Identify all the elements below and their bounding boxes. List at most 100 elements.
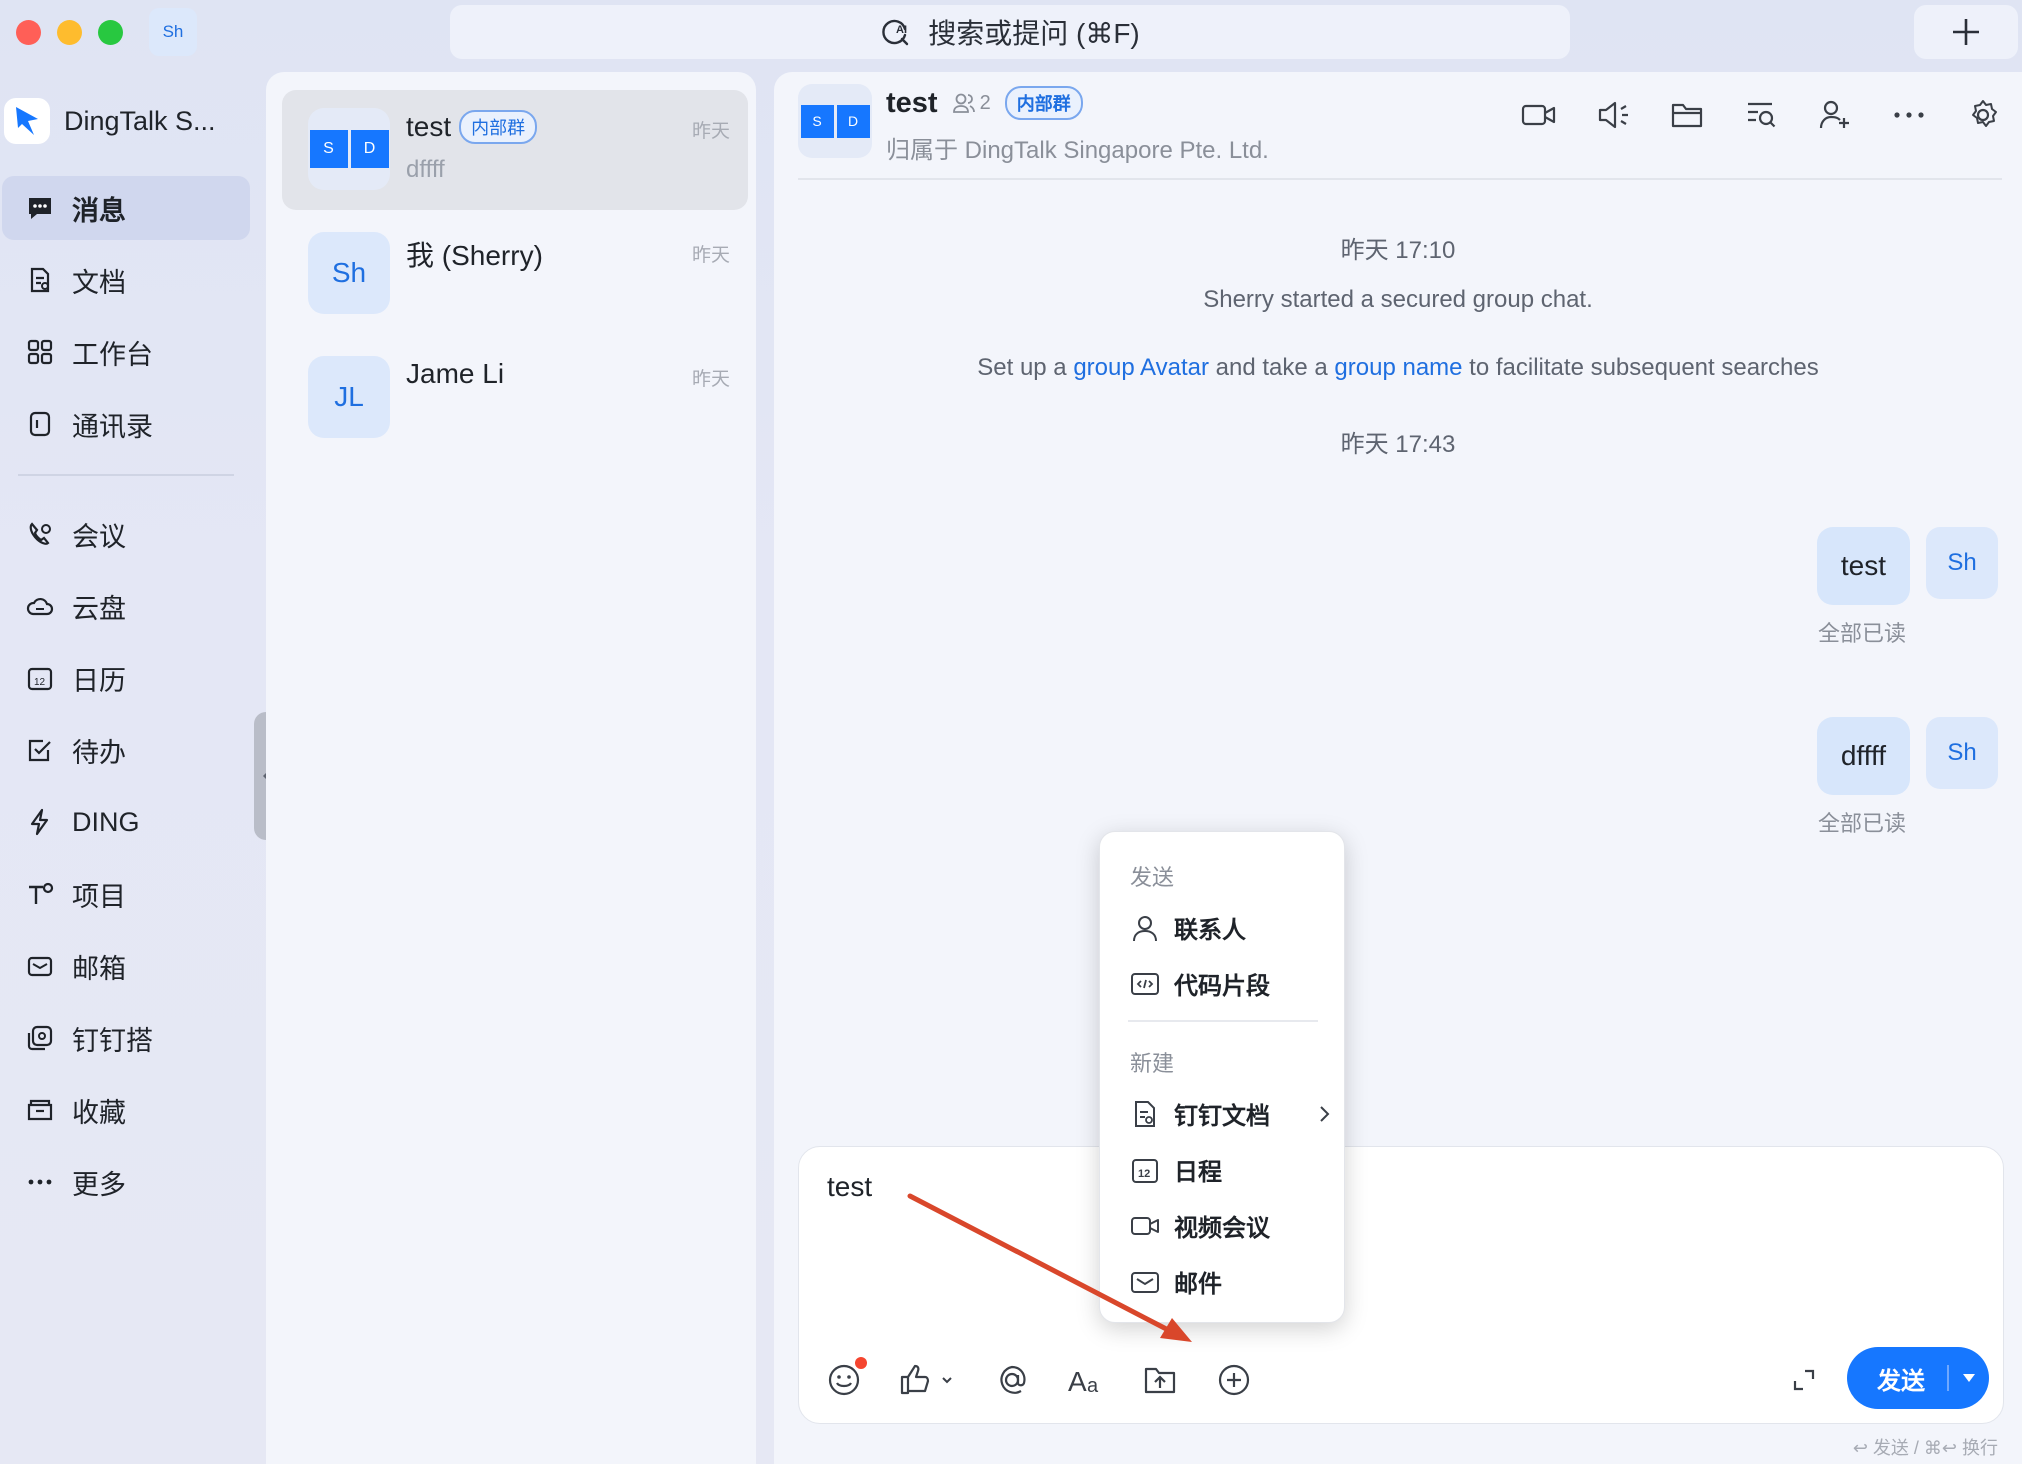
read-status[interactable]: 全部已读 (1818, 616, 1906, 648)
chat-org: 归属于 DingTalk Singapore Pte. Ltd. (886, 137, 1269, 164)
code-snippet-icon (1130, 969, 1160, 999)
chat-settings-button[interactable] (1964, 96, 2002, 134)
format-button[interactable]: Aa (1067, 1361, 1105, 1399)
sidebar-item-favorites[interactable]: 收藏 (2, 1078, 250, 1142)
search-history-button[interactable] (1742, 96, 1780, 134)
composer-text[interactable]: test (827, 1171, 872, 1203)
member-count-value: 2 (979, 91, 991, 114)
set-group-name-link[interactable]: group name (1334, 354, 1462, 381)
format-icon: Aa (1067, 1363, 1105, 1397)
sidebar-item-todo[interactable]: 待办 (2, 718, 250, 782)
menu-item-schedule[interactable]: 12 日程 (1130, 1152, 1330, 1187)
sidebar-item-mail[interactable]: 邮箱 (2, 934, 250, 998)
sidebar-item-docs[interactable]: 文档 (2, 248, 250, 312)
video-call-button[interactable] (1520, 96, 1558, 134)
search-placeholder: 搜索或提问 (⌘F) (928, 18, 1140, 49)
set-group-avatar-link[interactable]: group Avatar (1073, 354, 1209, 381)
send-shortcut-hint: ↩ 发送 / ⌘↩ 换行 (1852, 1438, 1998, 1458)
sidebar-item-more[interactable]: 更多 (2, 1150, 250, 1214)
files-button[interactable] (1668, 96, 1706, 134)
new-badge-dot (855, 1357, 867, 1369)
announcement-button[interactable] (1594, 96, 1632, 134)
conversation-list: SD test 内部群 dffff 昨天 Sh 我 (Sherry) 昨天 JL … (266, 72, 756, 1464)
tip-text: to facilitate subsequent searches (1462, 354, 1819, 381)
svg-text:AI: AI (896, 24, 907, 36)
message-row: test Sh (1816, 527, 1998, 605)
conversation-preview: dffff (406, 156, 445, 183)
member-count[interactable]: 2 (952, 92, 991, 115)
menu-item-dingtalk-doc[interactable]: 钉钉文档 (1130, 1096, 1330, 1131)
members-icon (952, 92, 976, 114)
message-composer[interactable]: test Aa 发送 (798, 1146, 2004, 1424)
menu-item-label: 钉钉文档 (1174, 1103, 1270, 1130)
menu-item-video-meeting[interactable]: 视频会议 (1130, 1208, 1330, 1243)
search-bar[interactable]: AI 搜索或提问 (⌘F) (450, 5, 1570, 59)
conversation-item-test[interactable]: SD test 内部群 dffff 昨天 (282, 90, 748, 210)
svg-text:12: 12 (34, 677, 46, 688)
sidebar-item-calendar[interactable]: 12 日历 (2, 646, 250, 710)
expand-composer-button[interactable] (1791, 1367, 1817, 1393)
sidebar-item-contacts[interactable]: 通讯录 (2, 392, 250, 456)
sidebar-item-workspace[interactable]: 工作台 (2, 320, 250, 384)
dingtalk-logo-icon (4, 98, 50, 144)
sidebar-item-cloud[interactable]: 云盘 (2, 574, 250, 638)
menu-item-email[interactable]: 邮件 (1130, 1264, 1330, 1299)
message-bubble[interactable]: test (1816, 527, 1910, 605)
send-options-button[interactable] (1949, 1373, 1989, 1383)
contact-card-icon (1130, 913, 1160, 943)
sidebar-item-label: 云盘 (72, 593, 126, 624)
group-avatar[interactable]: SD (798, 84, 872, 158)
group-avatar: SD (308, 108, 390, 190)
close-window-button[interactable] (16, 20, 41, 45)
more-options-button[interactable] (1890, 96, 1928, 134)
menu-divider (1128, 1020, 1318, 1022)
conversation-time: 昨天 (691, 369, 730, 390)
menu-item-label: 联系人 (1174, 917, 1246, 944)
new-button[interactable] (1914, 5, 2018, 59)
minimize-window-button[interactable] (57, 20, 82, 45)
conversation-item-sherry[interactable]: Sh 我 (Sherry) 昨天 (282, 214, 748, 334)
sidebar-item-label: 会议 (72, 521, 126, 552)
upload-file-button[interactable] (1141, 1361, 1179, 1399)
conversation-time: 昨天 (691, 121, 730, 142)
avatar[interactable]: Sh (1926, 717, 1998, 789)
composer-toolbar: Aa (825, 1357, 1253, 1399)
ding-icon (24, 806, 56, 838)
more-actions-button[interactable] (1215, 1361, 1253, 1399)
sidebar-item-label: 钉钉搭 (72, 1025, 153, 1056)
thumbs-up-icon (899, 1363, 957, 1397)
avatar[interactable]: Sh (1926, 527, 1998, 599)
sidebar-item-meetings[interactable]: 会议 (2, 502, 250, 566)
read-status[interactable]: 全部已读 (1818, 806, 1906, 838)
avatar: Sh (308, 232, 390, 314)
menu-item-code-snippet[interactable]: 代码片段 (1130, 966, 1330, 1001)
menu-item-label: 视频会议 (1174, 1215, 1270, 1242)
add-member-button[interactable] (1816, 96, 1854, 134)
more-icon (24, 1166, 56, 1198)
tip-text: and take a (1208, 354, 1335, 381)
sidebar-item-label: 邮箱 (72, 953, 126, 984)
org-switcher[interactable]: DingTalk S... (4, 98, 216, 144)
sidebar-item-builder[interactable]: 钉钉搭 (2, 1006, 250, 1070)
send-button[interactable]: 发送 (1847, 1347, 1989, 1409)
sidebar-item-label: 项目 (72, 881, 126, 912)
thumbs-up-button[interactable] (899, 1361, 957, 1399)
conversation-item-jame-li[interactable]: JL Jame Li 昨天 (282, 338, 748, 458)
sidebar-item-messages[interactable]: 消息 (2, 176, 250, 240)
system-message: Sherry started a secured group chat. (1203, 286, 1593, 313)
emoji-button[interactable] (825, 1357, 867, 1399)
favorites-icon (24, 1094, 56, 1126)
sidebar-item-projects[interactable]: 项目 (2, 862, 250, 926)
mention-button[interactable] (993, 1361, 1031, 1399)
video-call-icon (1521, 101, 1557, 129)
avatar-letter: D (836, 104, 870, 138)
expand-icon (1791, 1367, 1817, 1393)
message-bubble[interactable]: dffff (1816, 717, 1910, 795)
chat-pane: SD test 2 内部群 归属于 DingTalk Singapore Pte… (774, 72, 2022, 1464)
zoom-window-button[interactable] (98, 20, 123, 45)
user-avatar[interactable]: Sh (149, 8, 197, 56)
menu-item-contact[interactable]: 联系人 (1130, 910, 1330, 945)
announcement-icon (1596, 99, 1630, 131)
sidebar-item-ding[interactable]: DING (2, 790, 250, 854)
calendar-icon: 12 (24, 662, 56, 694)
